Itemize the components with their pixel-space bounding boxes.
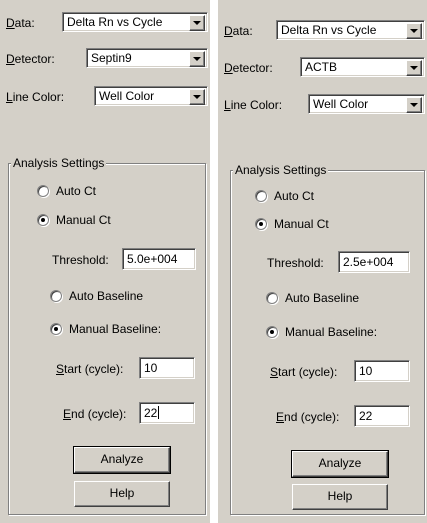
start-cycle-input[interactable]: 10 <box>139 357 195 379</box>
threshold-input[interactable]: 2.5e+004 <box>338 251 410 273</box>
data-combobox[interactable]: Delta Rn vs Cycle <box>276 20 425 40</box>
data-combobox-value: Delta Rn vs Cycle <box>67 15 163 29</box>
help-button[interactable]: Help <box>74 481 170 507</box>
data-label: Data: <box>224 24 253 38</box>
data-dropdown-button[interactable] <box>189 15 205 31</box>
data-label-text: ata: <box>232 24 253 38</box>
manual-baseline-label[interactable]: Manual Baseline: <box>285 325 377 339</box>
start-cycle-label: Start (cycle): <box>270 365 338 379</box>
detector-label: Detector: <box>224 61 273 75</box>
manual-baseline-radio[interactable] <box>266 326 278 338</box>
detector-dropdown-button[interactable] <box>406 60 422 76</box>
end-cycle-label-text: nd (cycle): <box>284 410 340 424</box>
data-dropdown-button[interactable] <box>406 23 422 39</box>
text-caret <box>158 406 160 419</box>
auto-baseline-label[interactable]: Auto Baseline <box>69 289 143 303</box>
data-combobox[interactable]: Delta Rn vs Cycle <box>62 12 208 32</box>
start-cycle-label-text: tart (cycle): <box>64 362 124 376</box>
end-cycle-input[interactable]: 22 <box>139 402 195 424</box>
end-cycle-input[interactable]: 22 <box>354 405 410 427</box>
analysis-settings-title: Analysis Settings <box>11 156 107 170</box>
data-label: Data: <box>6 16 35 30</box>
line-color-combobox-value: Well Color <box>99 89 155 103</box>
detector-dropdown-button[interactable] <box>189 51 205 67</box>
manual-ct-label[interactable]: Manual Ct <box>56 213 111 227</box>
auto-baseline-radio[interactable] <box>266 292 278 304</box>
left-settings-panel: Data: Delta Rn vs Cycle Detector: Septin… <box>0 0 210 523</box>
analyze-button[interactable]: Analyze <box>291 450 389 478</box>
auto-ct-label[interactable]: Auto Ct <box>274 189 314 203</box>
chevron-down-icon <box>410 29 418 33</box>
detector-label-text: etector: <box>232 61 273 75</box>
detector-combobox[interactable]: ACTB <box>300 57 425 77</box>
data-combobox-value: Delta Rn vs Cycle <box>281 23 377 37</box>
auto-baseline-radio[interactable] <box>50 290 62 302</box>
line-color-combobox-value: Well Color <box>313 97 369 111</box>
start-cycle-label: Start (cycle): <box>56 362 124 376</box>
auto-ct-label[interactable]: Auto Ct <box>56 184 96 198</box>
line-color-dropdown-button[interactable] <box>189 89 205 105</box>
line-color-label: Line Color: <box>6 90 65 104</box>
manual-baseline-radio[interactable] <box>50 323 62 335</box>
chevron-down-icon <box>410 66 418 70</box>
line-color-label-text: ine Color: <box>230 98 283 112</box>
help-button[interactable]: Help <box>292 484 388 510</box>
end-cycle-label-text: nd (cycle): <box>71 407 127 421</box>
chevron-down-icon <box>193 95 201 99</box>
manual-ct-radio[interactable] <box>255 218 267 230</box>
detector-label-text: etector: <box>14 52 55 66</box>
threshold-input[interactable]: 5.0e+004 <box>122 248 196 270</box>
analysis-settings-title: Analysis Settings <box>233 163 329 177</box>
line-color-combobox[interactable]: Well Color <box>308 94 425 114</box>
right-settings-panel: Data: Delta Rn vs Cycle Detector: ACTB L… <box>218 0 427 523</box>
threshold-label: Threshold: <box>52 253 109 267</box>
auto-ct-radio[interactable] <box>37 185 49 197</box>
manual-ct-label[interactable]: Manual Ct <box>274 217 329 231</box>
auto-baseline-label[interactable]: Auto Baseline <box>285 291 359 305</box>
chevron-down-icon <box>193 57 201 61</box>
detector-label: Detector: <box>6 52 55 66</box>
start-cycle-label-text: tart (cycle): <box>278 365 338 379</box>
end-cycle-label: End (cycle): <box>276 410 340 424</box>
auto-ct-radio[interactable] <box>255 190 267 202</box>
line-color-label: Line Color: <box>224 98 283 112</box>
threshold-label: Threshold: <box>267 256 324 270</box>
chevron-down-icon <box>410 103 418 107</box>
start-cycle-input[interactable]: 10 <box>354 360 410 382</box>
line-color-dropdown-button[interactable] <box>406 97 422 113</box>
detector-combobox-value: Septin9 <box>91 51 132 65</box>
end-cycle-value: 22 <box>144 406 158 420</box>
manual-baseline-label[interactable]: Manual Baseline: <box>69 322 161 336</box>
data-label-text: ata: <box>14 16 35 30</box>
analyze-button[interactable]: Analyze <box>73 446 171 474</box>
end-cycle-label: End (cycle): <box>63 407 127 421</box>
line-color-label-text: ine Color: <box>12 90 65 104</box>
detector-combobox[interactable]: Septin9 <box>86 48 208 68</box>
detector-combobox-value: ACTB <box>305 60 338 74</box>
line-color-combobox[interactable]: Well Color <box>94 86 208 106</box>
manual-ct-radio[interactable] <box>37 214 49 226</box>
chevron-down-icon <box>193 21 201 25</box>
